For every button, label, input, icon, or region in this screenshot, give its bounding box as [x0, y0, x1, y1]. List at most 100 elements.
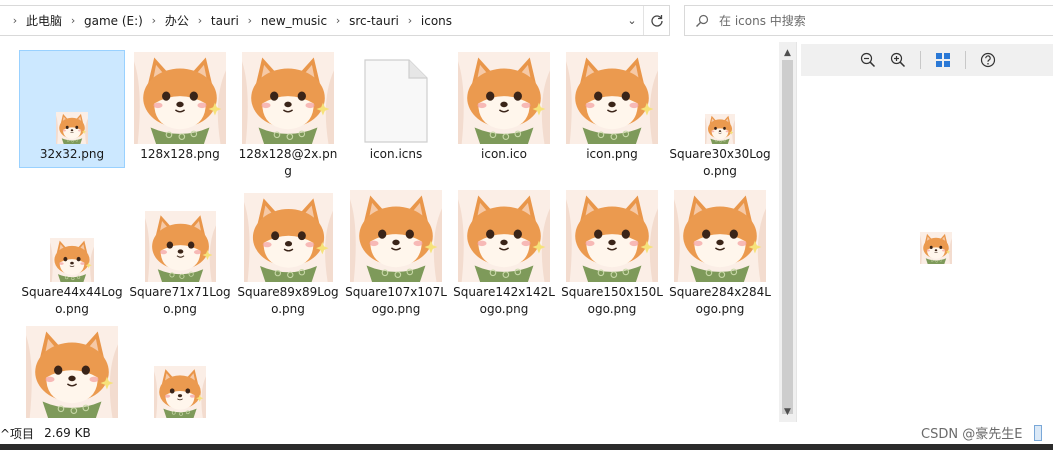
document-icon	[364, 59, 428, 143]
file-thumbnail	[235, 188, 341, 282]
shiba-image-icon	[242, 52, 334, 144]
file-item[interactable]: Square30x30Logo.png	[667, 50, 773, 180]
scroll-up-icon[interactable]: ▲	[779, 44, 796, 61]
shiba-image-icon	[674, 190, 766, 282]
file-thumbnail	[451, 50, 557, 144]
file-item[interactable]	[127, 324, 233, 418]
file-name: 128x128.png	[140, 147, 220, 161]
file-thumbnail	[559, 188, 665, 282]
breadcrumb-label: game (E:)	[84, 13, 143, 28]
breadcrumb-chevron-icon[interactable]: ›	[191, 14, 209, 27]
search-box[interactable]: 在 icons 中搜索	[684, 5, 1053, 36]
shiba-image-icon	[243, 193, 333, 282]
file-item[interactable]: Square89x89Logo.png	[235, 188, 341, 318]
view-buttons	[1034, 425, 1042, 441]
file-thumbnail	[451, 188, 557, 282]
toolbar-separator	[964, 51, 966, 69]
breadcrumb-label: new_music	[260, 13, 328, 28]
file-thumbnail	[559, 50, 665, 144]
file-name: 128x128@2x.png	[238, 147, 338, 178]
file-thumbnail	[127, 324, 233, 418]
file-item[interactable]: icon.icns	[343, 50, 449, 163]
breadcrumb-chevron-icon[interactable]: ›	[241, 14, 259, 27]
breadcrumb-item[interactable]: new_music	[259, 6, 329, 35]
file-item[interactable]: 128x128.png	[127, 50, 233, 163]
file-item[interactable]: Square142x142Logo.png	[451, 188, 557, 318]
breadcrumb-label: src-tauri	[349, 13, 399, 28]
shiba-image-icon	[50, 238, 94, 282]
file-thumbnail	[235, 50, 341, 144]
file-item[interactable]: 128x128@2x.png	[235, 50, 341, 180]
file-thumbnail	[19, 188, 125, 282]
zoom-in-icon[interactable]	[886, 48, 910, 72]
breadcrumb-label: icons	[420, 13, 453, 28]
taskbar-edge	[0, 444, 1053, 450]
breadcrumb-chevron-icon[interactable]: ›	[401, 14, 419, 27]
breadcrumb-item[interactable]: icons	[419, 6, 454, 35]
file-name: Square150x150Logo.png	[561, 285, 663, 316]
item-count: ^项目	[0, 426, 35, 441]
file-name: icon.png	[586, 147, 638, 161]
toolbar-separator	[919, 51, 921, 69]
file-item[interactable]: icon.ico	[451, 50, 557, 163]
file-thumbnail	[667, 188, 773, 282]
address-bar[interactable]: › 此电脑 › game (E:) › 办公 › tauri › new_music › src-ta…	[0, 5, 670, 36]
shiba-image-icon	[154, 366, 206, 418]
file-thumbnail	[343, 50, 449, 144]
vertical-scrollbar[interactable]: ▲ ▼	[779, 42, 796, 422]
shiba-image-icon	[144, 211, 216, 282]
preview-image	[920, 232, 952, 264]
scrollbar-thumb[interactable]	[782, 60, 793, 414]
chevron-down-icon[interactable]: ⌄	[621, 6, 643, 35]
zoom-out-icon[interactable]	[856, 48, 880, 72]
file-thumbnail	[343, 188, 449, 282]
preview-toolbar	[801, 44, 1053, 76]
breadcrumb-label: 此电脑	[26, 14, 63, 28]
file-thumbnail	[19, 324, 125, 418]
file-name: Square30x30Logo.png	[669, 147, 771, 178]
details-view-button[interactable]	[1034, 425, 1042, 441]
breadcrumb-root-chevron-icon[interactable]: ›	[6, 14, 24, 27]
preview-shiba-image	[920, 232, 952, 264]
file-grid: 32x32.png 128x128.png 128x128@2x.png icon.i…	[0, 42, 779, 422]
watermark: CSDN @豪先生E	[921, 427, 1023, 442]
breadcrumb-chevron-icon[interactable]: ›	[64, 14, 82, 27]
breadcrumb-item[interactable]: src-tauri	[347, 6, 401, 35]
shiba-image-icon	[134, 52, 226, 144]
file-item[interactable]: Square150x150Logo.png	[559, 188, 665, 318]
top-bar: › 此电脑 › game (E:) › 办公 › tauri › new_music › src-ta…	[0, 0, 1053, 42]
shiba-image-icon	[705, 114, 735, 144]
file-item[interactable]: 32x32.png	[19, 50, 125, 168]
breadcrumb-item[interactable]: tauri	[209, 6, 241, 35]
file-name: icon.ico	[481, 147, 527, 161]
help-icon[interactable]	[976, 48, 1000, 72]
shiba-image-icon	[56, 112, 88, 144]
shiba-image-icon	[458, 190, 550, 282]
breadcrumb-chevron-icon[interactable]: ›	[329, 14, 347, 27]
file-thumbnail	[667, 50, 773, 144]
file-item[interactable]: Square71x71Logo.png	[127, 188, 233, 318]
file-name: Square142x142Logo.png	[453, 285, 555, 316]
scroll-down-icon[interactable]: ▼	[779, 403, 796, 420]
preview-pane	[796, 42, 1053, 422]
view-grid-icon[interactable]	[931, 48, 955, 72]
breadcrumb-item[interactable]: 此电脑	[24, 6, 64, 35]
file-thumbnail	[19, 50, 125, 144]
file-item[interactable]: icon.png	[559, 50, 665, 163]
breadcrumb-item[interactable]: game (E:)	[82, 6, 145, 35]
file-item[interactable]	[19, 324, 125, 418]
search-input[interactable]: 在 icons 中搜索	[719, 12, 806, 29]
file-item[interactable]: Square107x107Logo.png	[343, 188, 449, 318]
search-icon	[685, 14, 719, 28]
file-thumbnail	[127, 188, 233, 282]
file-name: Square44x44Logo.png	[21, 285, 123, 316]
breadcrumb-label: 办公	[164, 14, 189, 28]
breadcrumb-item[interactable]: 办公	[163, 6, 191, 35]
shiba-image-icon	[350, 190, 442, 282]
file-name: Square71x71Logo.png	[129, 285, 231, 316]
breadcrumb-chevron-icon[interactable]: ›	[145, 14, 163, 27]
refresh-icon[interactable]	[643, 6, 669, 35]
file-thumbnail	[127, 50, 233, 144]
file-item[interactable]: Square44x44Logo.png	[19, 188, 125, 318]
file-item[interactable]: Square284x284Logo.png	[667, 188, 773, 318]
